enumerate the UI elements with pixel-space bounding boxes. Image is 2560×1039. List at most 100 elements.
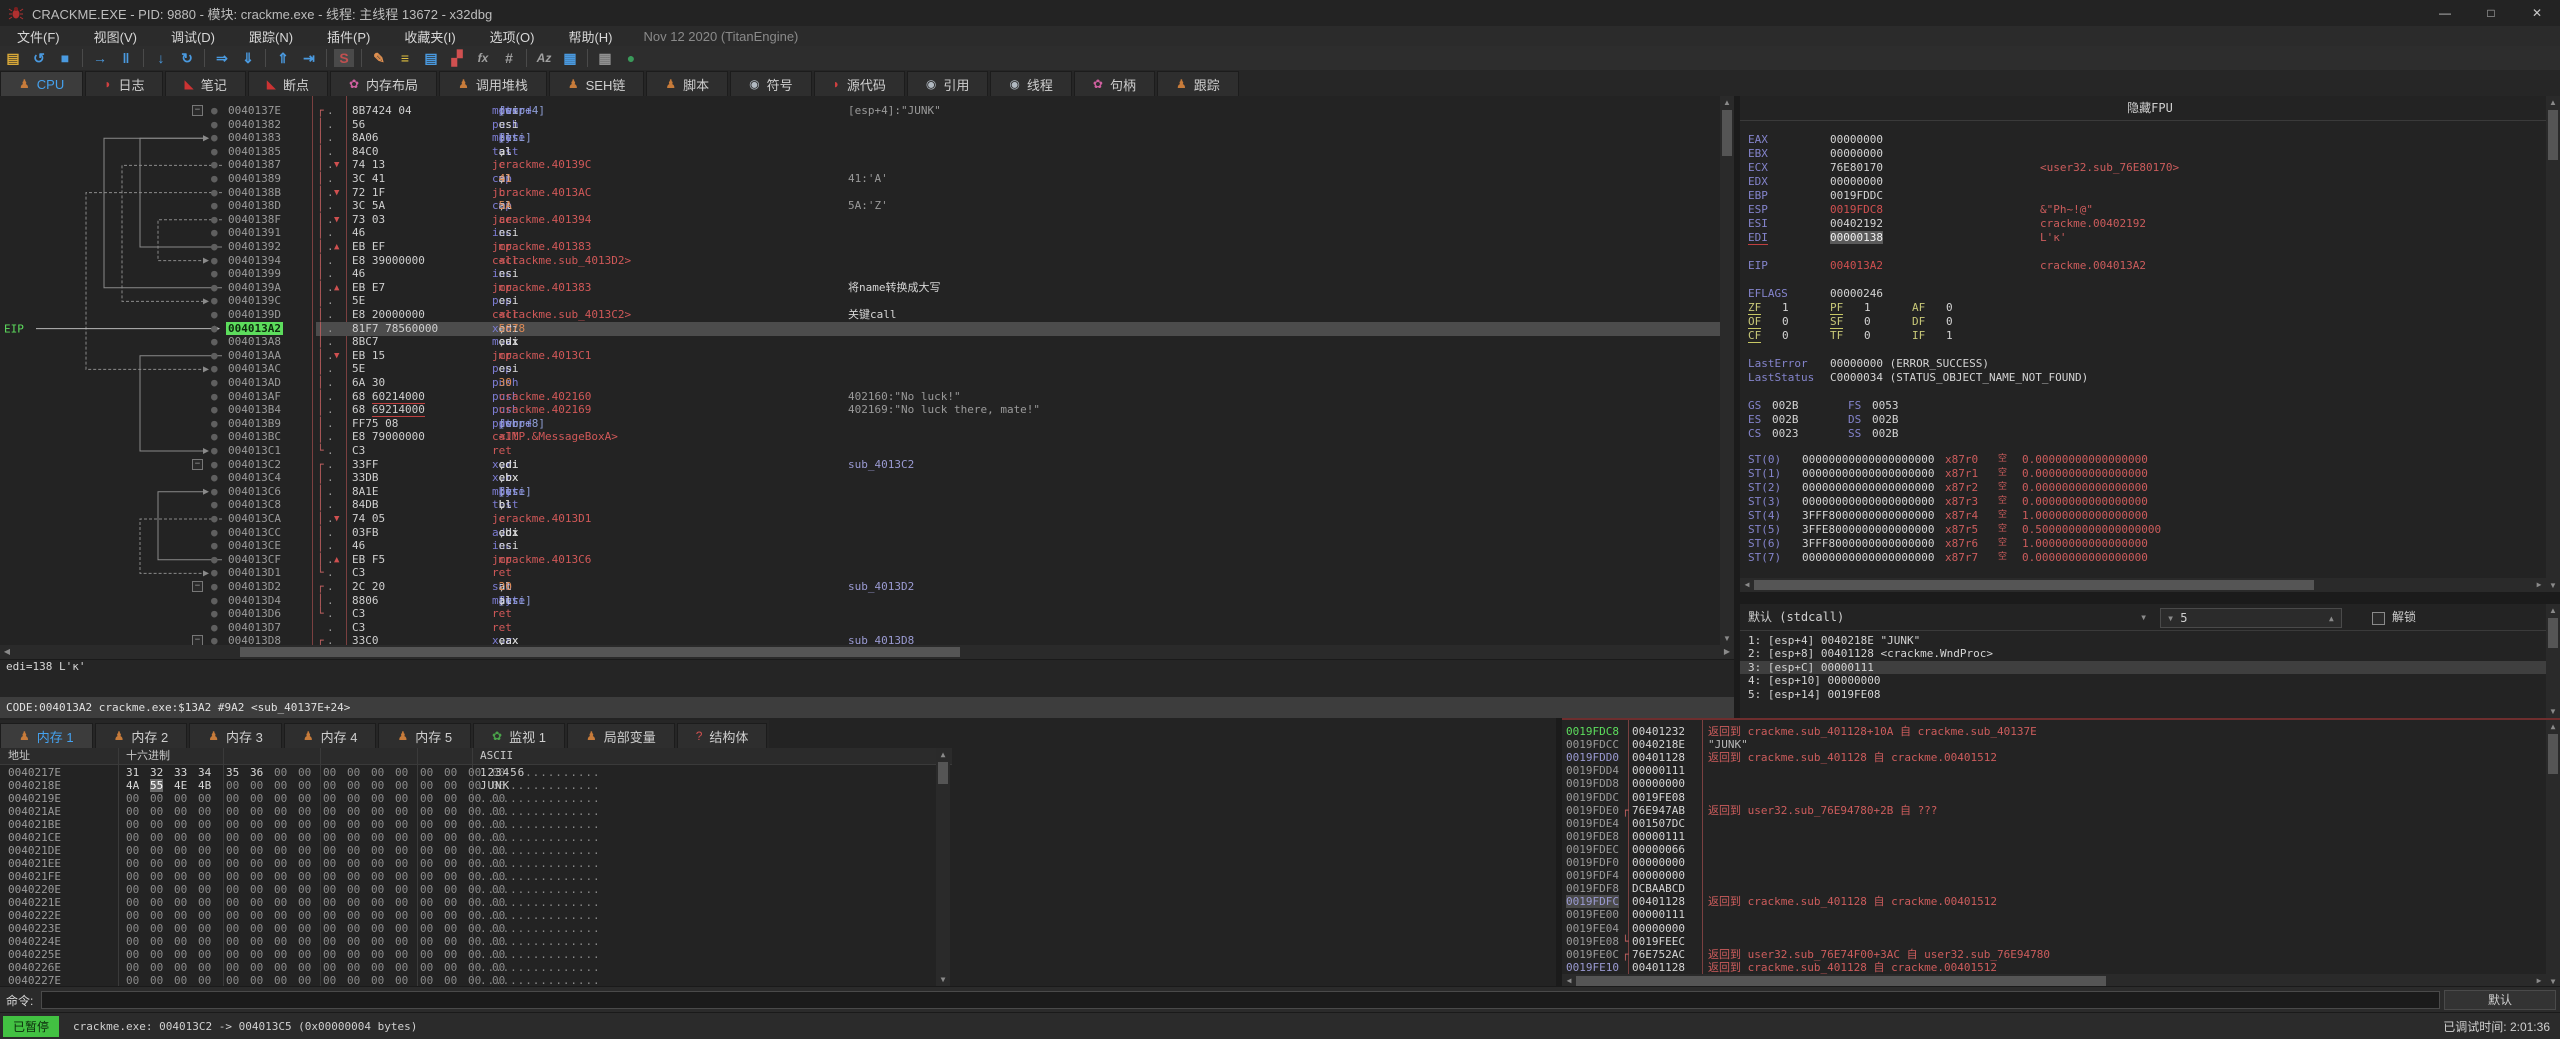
step-into-icon[interactable]: ↓ bbox=[148, 47, 174, 69]
dump-row[interactable]: 004021BE 00 00 00 00 00 00 00 00 00 00 00 00 00 00 00 00… bbox=[0, 818, 930, 831]
stack-row[interactable]: 0019FDD0 00401128 返回到 crackme.sub_401128 自… bbox=[1562, 751, 2560, 764]
registers-pane[interactable]: 隐藏FPU EAX 00000000 EBX 00000000 ECX 76E80170 <… bbox=[1740, 96, 2560, 592]
disasm-row[interactable]: ● 00401391 │. 46 inc esi bbox=[0, 226, 1734, 240]
stack-row[interactable]: 0019FE04 00000000 bbox=[1562, 922, 2560, 935]
stack-row[interactable]: 0019FDF8 DCBAABCD bbox=[1562, 882, 2560, 895]
breakpoint-dot-icon[interactable]: ● bbox=[211, 607, 218, 620]
disasm-row[interactable]: ● 004013D1 └. C3 ret bbox=[0, 566, 1734, 580]
disasm-row[interactable]: ● 0040139C │. 5E pop esi bbox=[0, 294, 1734, 308]
dump-row[interactable]: 0040223E 00 00 00 00 00 00 00 00 00 00 00 00 00 00 00 00… bbox=[0, 922, 930, 935]
arguments-pane[interactable]: 默认 (stdcall) ▾ ▾ 5 ▴ 解锁 1: [esp+4] 004021… bbox=[1740, 604, 2560, 718]
stack-row[interactable]: 0019FDFC 00401128 返回到 crackme.sub_401128 自… bbox=[1562, 895, 2560, 909]
calculator-icon[interactable]: ▦ bbox=[557, 47, 583, 69]
breakpoint-dot-icon[interactable]: ● bbox=[211, 471, 218, 484]
collapse-function-icon[interactable]: − bbox=[192, 105, 203, 116]
dump-row[interactable]: 0040218E 4A 55 4E 4B 00 00 00 00 00 00 00 00 00 00 00 00… bbox=[0, 779, 930, 792]
stack-row[interactable]: 0019FDC8 00401232 返回到 crackme.sub_401128+1… bbox=[1562, 725, 2560, 738]
stack-row[interactable]: 0019FDF0 00000000 bbox=[1562, 856, 2560, 869]
breakpoint-dot-icon[interactable]: ● bbox=[211, 131, 218, 144]
disasm-row[interactable]: ● 0040138D │. 3C 5A cmp al, 5A 5A:'Z' bbox=[0, 199, 1734, 213]
disasm-row[interactable]: ● 004013C1 └. C3 ret bbox=[0, 444, 1734, 458]
dump-row[interactable]: 0040220E 00 00 00 00 00 00 00 00 00 00 00 00 00 00 00 00… bbox=[0, 883, 930, 896]
tab-内存布局[interactable]: ✿ 内存布局 bbox=[329, 71, 438, 96]
command-input[interactable] bbox=[41, 991, 2440, 1009]
dump-row[interactable]: 004021DE 00 00 00 00 00 00 00 00 00 00 00 00 00 00 00 00… bbox=[0, 844, 930, 857]
dump-row[interactable]: 004021CE 00 00 00 00 00 00 00 00 00 00 00 00 00 00 00 00… bbox=[0, 831, 930, 844]
seh-chain-icon[interactable]: S bbox=[334, 49, 354, 67]
breakpoint-dot-icon[interactable]: ● bbox=[211, 403, 218, 416]
argument-row[interactable]: 3: [esp+C] 00000111 bbox=[1740, 660, 2554, 674]
stack-row[interactable]: 0019FDD8 00000000 bbox=[1562, 777, 2560, 790]
disasm-row[interactable]: ● 00401399 │. 46 inc esi bbox=[0, 267, 1734, 281]
menu-item[interactable]: 跟踪(N) bbox=[232, 30, 310, 45]
tab-日志[interactable]: ◗ 日志 bbox=[85, 71, 164, 96]
dump-row[interactable]: 004021FE 00 00 00 00 00 00 00 00 00 00 00 00 00 00 00 00… bbox=[0, 870, 930, 883]
collapse-function-icon[interactable]: − bbox=[192, 581, 203, 592]
command-mode-select[interactable]: 默认 bbox=[2444, 990, 2556, 1010]
step-over-icon[interactable]: ↻ bbox=[174, 47, 200, 69]
az-icon[interactable]: Az bbox=[531, 47, 557, 69]
registers-vscrollbar[interactable]: ▲ ▼ bbox=[2546, 96, 2560, 592]
breakpoint-dot-icon[interactable]: ● bbox=[211, 566, 218, 579]
breakpoint-dot-icon[interactable]: ● bbox=[211, 213, 218, 226]
breakpoint-dot-icon[interactable]: ● bbox=[211, 240, 218, 253]
disasm-row[interactable]: ● 0040139D │. E8 20000000 call <crackme.sub_… bbox=[0, 308, 1734, 322]
stack-row[interactable]: 0019FDE0 ┌ 76E947AB 返回到 user32.sub_76E94780… bbox=[1562, 804, 2560, 817]
hide-fpu-button[interactable]: 隐藏FPU bbox=[1740, 96, 2560, 121]
breakpoint-dot-icon[interactable]: ● bbox=[211, 199, 218, 212]
breakpoint-dot-icon[interactable]: ● bbox=[211, 430, 218, 443]
breakpoint-dot-icon[interactable]: ● bbox=[211, 267, 218, 280]
breakpoint-dot-icon[interactable]: ● bbox=[211, 580, 218, 593]
breakpoint-dot-icon[interactable]: ● bbox=[211, 349, 218, 362]
disasm-row[interactable]: ● 00401387 │. ▼ 74 13 je crackme.40139C bbox=[0, 158, 1734, 172]
dump-row[interactable]: 0040224E 00 00 00 00 00 00 00 00 00 00 00 00 00 00 00 00… bbox=[0, 935, 930, 948]
stack-row[interactable]: 0019FDDC 0019FE08 bbox=[1562, 791, 2560, 804]
breakpoint-dot-icon[interactable]: ● bbox=[211, 376, 218, 389]
memory-map-icon[interactable]: ▤ bbox=[418, 47, 444, 69]
disasm-row[interactable]: ● 004013D7 . C3 ret bbox=[0, 621, 1734, 635]
stack-vscrollbar[interactable]: ▲ ▼ bbox=[2546, 720, 2560, 988]
tab-引用[interactable]: ◉ 引用 bbox=[906, 71, 989, 96]
breakpoint-dot-icon[interactable]: ● bbox=[211, 186, 218, 199]
arguments-vscrollbar[interactable]: ▲ ▼ bbox=[2546, 604, 2560, 718]
arg-count-spinner[interactable]: ▾ 5 ▴ bbox=[2160, 608, 2342, 628]
stack-row[interactable]: 0019FE08 └ 0019FEEC bbox=[1562, 935, 2560, 948]
tab-符号[interactable]: ◉ 符号 bbox=[730, 71, 812, 96]
dump-row[interactable]: 0040221E 00 00 00 00 00 00 00 00 00 00 00 00 00 00 00 00… bbox=[0, 896, 930, 909]
memory-dump-pane[interactable]: 地址 十六进制 ASCII 0040217E 31 32 33 34 35 36 00 00 00… bbox=[0, 718, 952, 987]
tab-脚本[interactable]: ♟ 脚本 bbox=[646, 71, 729, 96]
dump-row[interactable]: 0040225E 00 00 00 00 00 00 00 00 00 00 00 00 00 00 00 00… bbox=[0, 948, 930, 961]
dump-row[interactable]: 0040217E 31 32 33 34 35 36 00 00 00 00 00 00 00 00 00 00… bbox=[0, 766, 930, 779]
breakpoint-dot-icon[interactable]: ● bbox=[211, 145, 218, 158]
disasm-hscrollbar[interactable]: ◀ ▶ bbox=[0, 645, 1734, 659]
tab-断点[interactable]: ◣ 断点 bbox=[247, 71, 328, 96]
registers-hscrollbar[interactable]: ◀ ▶ bbox=[1740, 578, 2546, 592]
tab-CPU[interactable]: ♟ CPU bbox=[0, 71, 84, 96]
tab-句柄[interactable]: ✿ 句柄 bbox=[1073, 71, 1155, 96]
argument-row[interactable]: 4: [esp+10] 00000000 bbox=[1740, 674, 2554, 687]
dump-row[interactable]: 004021AE 00 00 00 00 00 00 00 00 00 00 00 00 00 00 00 00… bbox=[0, 805, 930, 818]
run-to-user-code-icon[interactable]: ⇥ bbox=[296, 47, 322, 69]
menu-item[interactable]: 调试(D) bbox=[154, 30, 232, 45]
menu-item[interactable]: 帮助(H) bbox=[551, 30, 629, 45]
maximize-button[interactable]: □ bbox=[2468, 0, 2514, 26]
disasm-row[interactable]: ● 004013AA │. ▼ EB 15 jmp crackme.4013C1 bbox=[0, 349, 1734, 363]
argument-row[interactable]: 2: [esp+8] 00401128 <crackme.WndProc> bbox=[1740, 647, 2554, 660]
disasm-row[interactable]: ● 00401389 │. 3C 41 cmp al, 41 41:'A' bbox=[0, 172, 1734, 186]
collapse-function-icon[interactable]: − bbox=[192, 458, 203, 470]
execute-till-return-icon[interactable]: ⇑ bbox=[270, 47, 296, 69]
restart-icon[interactable]: ↺ bbox=[26, 47, 52, 69]
fx-icon[interactable]: fx bbox=[470, 47, 496, 69]
breakpoint-dot-icon[interactable]: ● bbox=[211, 594, 218, 607]
stack-row[interactable]: 0019FDD4 00000111 bbox=[1562, 764, 2560, 777]
disasm-row[interactable]: ● 004013AC │. 5E pop esi bbox=[0, 362, 1734, 376]
dump-vscrollbar[interactable]: ▲ ▼ bbox=[936, 748, 950, 986]
breakpoint-dot-icon[interactable]: ● bbox=[211, 621, 218, 634]
disasm-row[interactable]: ● 00401385 │. 84C0 test al, al bbox=[0, 145, 1734, 159]
stack-row[interactable]: 0019FDE4 001507DC bbox=[1562, 817, 2560, 830]
open-file-icon[interactable]: ▤ bbox=[0, 47, 26, 69]
settings-icon[interactable]: ▦ bbox=[592, 47, 618, 69]
stack-row[interactable]: 0019FE0C ┌ 76E752AC 返回到 user32.sub_76E74F00… bbox=[1562, 948, 2560, 961]
breakpoint-dot-icon[interactable]: ● bbox=[211, 526, 218, 539]
step-out-icon[interactable]: ⇓ bbox=[235, 47, 261, 69]
